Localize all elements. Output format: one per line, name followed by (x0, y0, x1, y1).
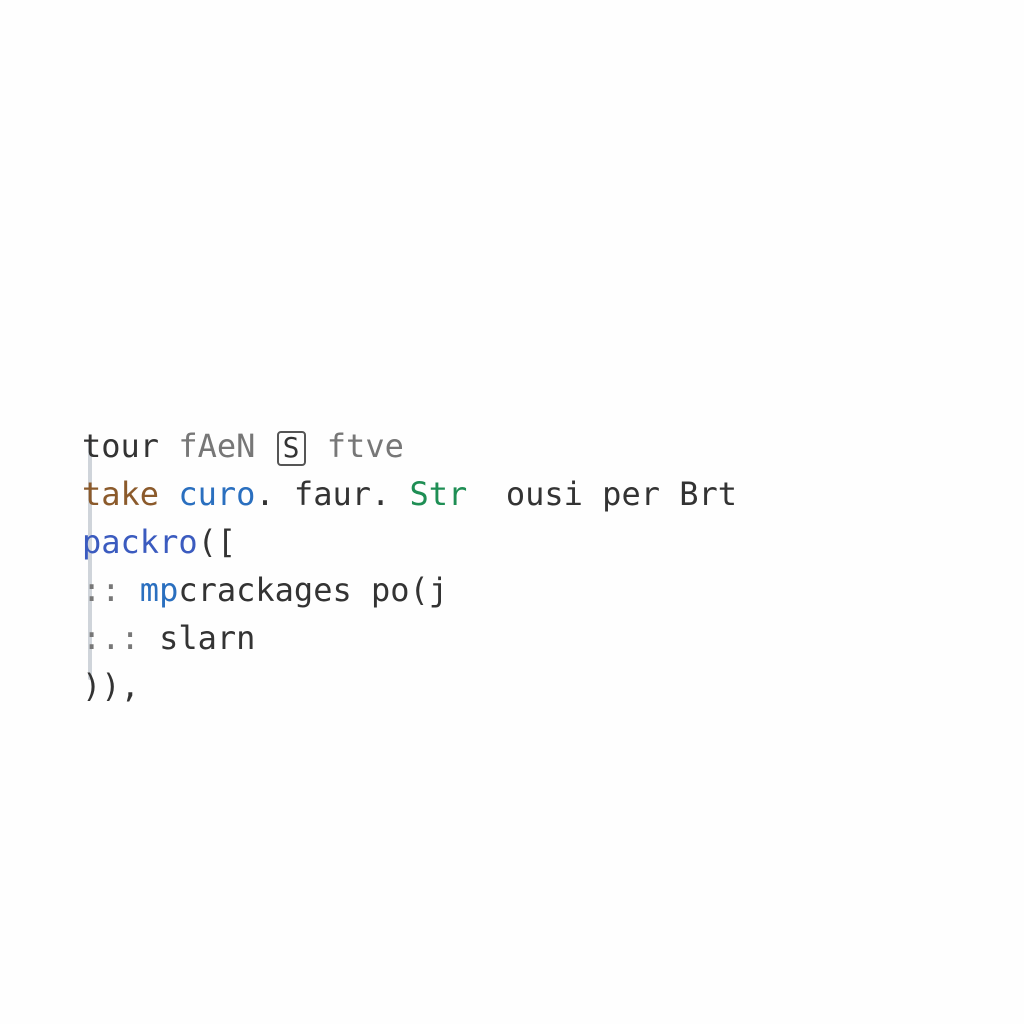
token-ftve: ftve (308, 427, 404, 465)
token-packro: packro (82, 523, 198, 561)
token-faur: . faur. (255, 475, 409, 513)
token-close-parens: )), (82, 667, 140, 705)
code-line-6: )), (82, 667, 140, 705)
token-Str: Str (410, 475, 468, 513)
code-line-4: :: mpcrackages po(j (82, 571, 448, 609)
badge-S-icon: S (277, 431, 306, 466)
token-slarn: slarn (159, 619, 255, 657)
token-crackages: crackages po(j (178, 571, 448, 609)
token-take: take (82, 475, 178, 513)
token-punct-colon-dot-colon: :.: (82, 619, 159, 657)
token-fAeN: fAeN (178, 427, 274, 465)
token-curo: curo (178, 475, 255, 513)
code-line-3: packro([ (82, 523, 236, 561)
code-line-2: take curo. faur. Str ousi per Brt (82, 475, 737, 513)
token-ousi-per-Brt: ousi per Brt (467, 475, 737, 513)
token-mp: mp (140, 571, 179, 609)
code-line-5: :.: slarn (82, 619, 255, 657)
token-open-paren-bracket: ([ (198, 523, 237, 561)
code-line-1: tour fAeN S ftve (82, 427, 404, 465)
token-punct-colon-colon: :: (82, 571, 140, 609)
code-block[interactable]: tour fAeN S ftve take curo. faur. Str ou… (82, 422, 964, 710)
token-tour: tour (82, 427, 178, 465)
